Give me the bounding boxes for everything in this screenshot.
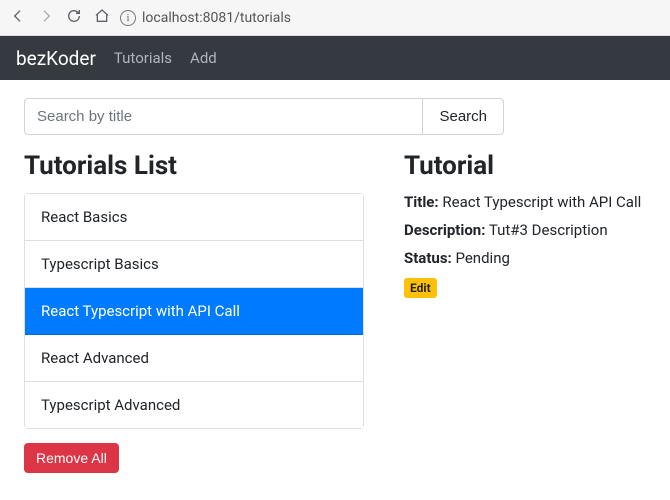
- search-input[interactable]: [24, 98, 422, 135]
- detail-heading: Tutorial: [404, 151, 646, 181]
- detail-status: Status: Pending: [404, 249, 646, 267]
- list-heading: Tutorials List: [24, 151, 364, 181]
- detail-description: Description: Tut#3 Description: [404, 221, 646, 239]
- list-item[interactable]: React Typescript with API Call: [25, 288, 363, 335]
- brand-link[interactable]: bezKoder: [16, 47, 96, 70]
- browser-nav-icons: [10, 8, 110, 28]
- nav-link-add[interactable]: Add: [190, 49, 217, 67]
- url-bar[interactable]: i localhost:8081/tutorials: [120, 10, 291, 26]
- site-info-icon[interactable]: i: [120, 10, 136, 26]
- url-text: localhost:8081/tutorials: [142, 10, 291, 26]
- detail-title: Title: React Typescript with API Call: [404, 193, 646, 211]
- edit-button[interactable]: Edit: [404, 278, 437, 298]
- remove-all-button[interactable]: Remove All: [24, 443, 119, 473]
- home-icon[interactable]: [94, 8, 110, 28]
- reload-icon[interactable]: [66, 8, 82, 28]
- list-item[interactable]: React Basics: [25, 194, 363, 241]
- list-item[interactable]: React Advanced: [25, 335, 363, 382]
- list-item[interactable]: Typescript Advanced: [25, 382, 363, 428]
- forward-icon[interactable]: [38, 8, 54, 28]
- search-form: Search: [24, 98, 504, 135]
- tutorials-list: React Basics Typescript Basics React Typ…: [24, 193, 364, 429]
- back-icon[interactable]: [10, 8, 26, 28]
- nav-link-tutorials[interactable]: Tutorials: [114, 49, 172, 67]
- search-button[interactable]: Search: [422, 98, 504, 135]
- navbar: bezKoder Tutorials Add: [0, 36, 670, 80]
- list-item[interactable]: Typescript Basics: [25, 241, 363, 288]
- browser-bar: i localhost:8081/tutorials: [0, 0, 670, 36]
